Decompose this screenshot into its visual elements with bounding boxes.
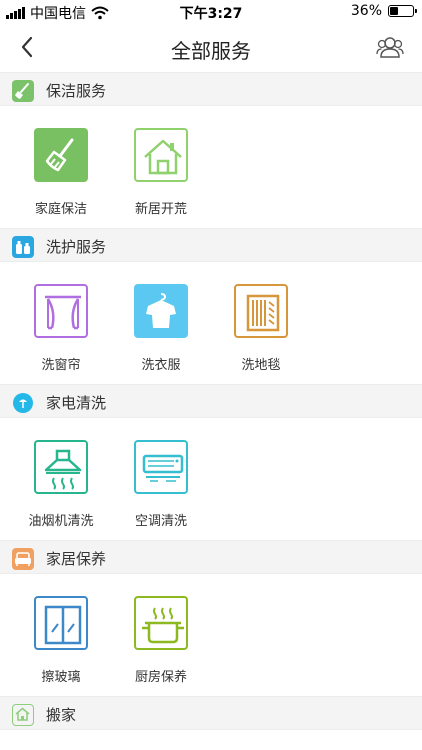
section-title: 搬家: [46, 706, 77, 724]
shirt-icon: [134, 284, 188, 338]
house-icon: [134, 128, 188, 182]
window-icon: [34, 596, 88, 650]
service-ac-cleaning[interactable]: 空调清洗: [111, 440, 211, 550]
broom-icon: [12, 80, 34, 102]
battery-percent: 36%: [350, 3, 382, 19]
section-title: 洗护服务: [46, 238, 107, 256]
curtain-icon: [34, 284, 88, 338]
section-header-home-care: 家居保养: [0, 540, 422, 574]
section-header-appliance: 家电清洗: [0, 384, 422, 418]
battery-icon: [388, 5, 417, 17]
service-label: 新居开荒: [134, 202, 187, 217]
range-hood-icon: [34, 440, 88, 494]
pot-icon: [134, 596, 188, 650]
service-clothes-washing[interactable]: 洗衣服: [111, 284, 211, 394]
users-icon: [376, 37, 404, 58]
service-home-cleaning[interactable]: 家庭保洁: [11, 128, 111, 238]
page-title: 全部服务: [171, 39, 251, 63]
service-carpet-washing[interactable]: 洗地毯: [211, 284, 311, 394]
bottles-icon: [12, 236, 34, 258]
section-title: 保洁服务: [46, 82, 107, 100]
service-label: 空调清洗: [134, 514, 187, 529]
lamp-icon: [12, 392, 34, 414]
service-glass-cleaning[interactable]: 擦玻璃: [11, 596, 111, 706]
section-header-cleaning: 保洁服务: [0, 72, 422, 106]
service-range-hood-cleaning[interactable]: 油烟机清洗: [11, 440, 111, 550]
users-button[interactable]: [376, 34, 404, 60]
service-label: 厨房保养: [134, 670, 187, 685]
section-title: 家居保养: [46, 550, 107, 568]
nav-bar: 全部服务: [0, 24, 422, 70]
status-bar: 中国电信 下午3:27 36%: [0, 0, 422, 24]
service-new-home-cleaning[interactable]: 新居开荒: [111, 128, 211, 238]
sofa-icon: [12, 548, 34, 570]
section-header-moving: 搬家: [0, 696, 422, 730]
service-kitchen-care[interactable]: 厨房保养: [111, 596, 211, 706]
broom-icon: [34, 128, 88, 182]
air-conditioner-icon: [134, 440, 188, 494]
moving-house-icon: [12, 704, 34, 726]
service-label: 洗地毯: [241, 358, 281, 373]
carpet-icon: [234, 284, 288, 338]
section-header-washing: 洗护服务: [0, 228, 422, 262]
section-title: 家电清洗: [46, 394, 107, 412]
service-curtain-washing[interactable]: 洗窗帘: [11, 284, 111, 394]
